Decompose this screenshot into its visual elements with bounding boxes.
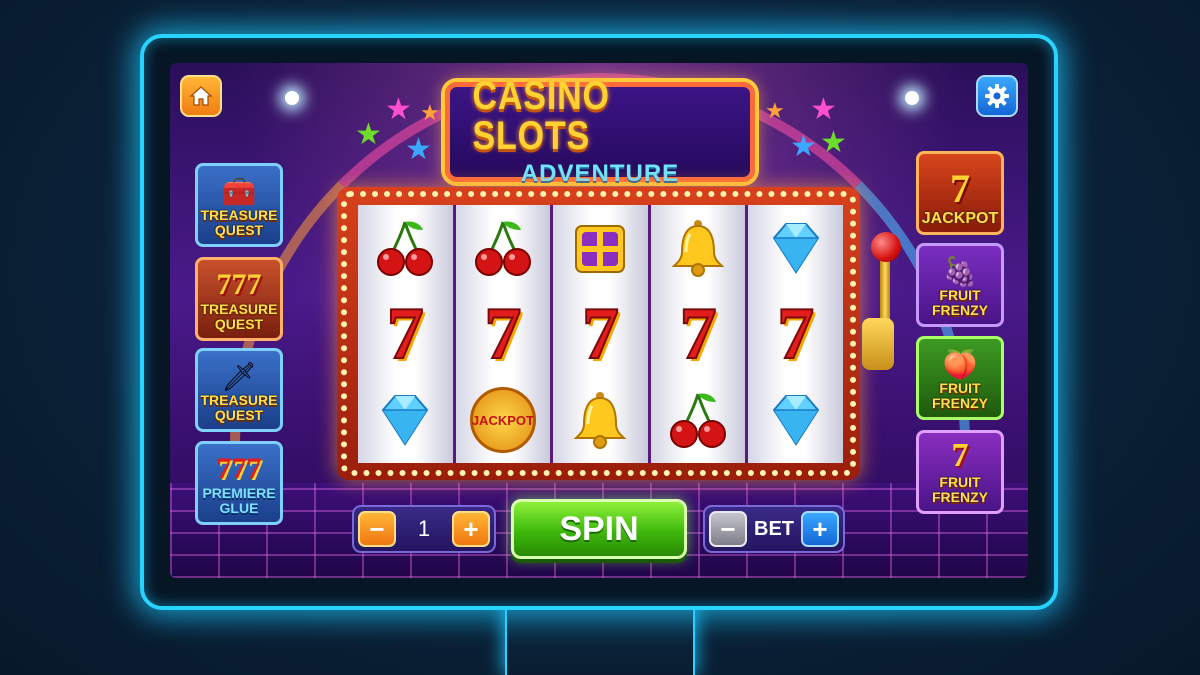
- diamond-symbol: [756, 213, 836, 283]
- tile-label: FRUIT: [939, 474, 981, 490]
- star-icon: ★: [405, 133, 432, 166]
- monitor-stand: [505, 600, 695, 675]
- star-icon: ★: [790, 130, 817, 163]
- settings-button[interactable]: [976, 75, 1018, 117]
- star-icon: ★: [420, 100, 440, 125]
- seven-symbol: 7: [756, 293, 836, 375]
- reel-3: 7: [553, 205, 648, 463]
- tile-label: QUEST: [214, 222, 264, 238]
- seven-symbol: 7: [463, 293, 543, 375]
- reel-5: 7: [748, 205, 843, 463]
- seven-glyph: 7: [483, 293, 522, 375]
- lever-base: [862, 318, 894, 370]
- jackpot-badge: JACKPOT: [469, 387, 536, 453]
- game-tile-premiere-glue[interactable]: 777 PREMIERE GLUE: [195, 441, 283, 525]
- tile-label: FRENZY: [932, 489, 988, 505]
- lines-control: − 1 +: [352, 505, 496, 553]
- lever-knob[interactable]: [871, 232, 901, 262]
- lines-increase-button[interactable]: +: [452, 511, 490, 547]
- diamond-icon: [772, 395, 819, 446]
- triple-seven-icon: 777: [216, 268, 262, 301]
- tile-label: GLUE: [219, 500, 259, 516]
- cherry-symbol: [658, 385, 738, 455]
- game-tile-jackpot[interactable]: 7 JACKPOT: [916, 151, 1004, 235]
- game-title: CASINO SLOTS: [472, 74, 610, 158]
- cherry-symbol: [463, 213, 543, 283]
- game-tile-fruit-frenzy-2[interactable]: 🍑 FRUIT FRENZY: [916, 336, 1004, 420]
- tile-label: FRENZY: [932, 395, 988, 411]
- tile-label: TREASURE: [200, 301, 278, 317]
- bell-symbol: [658, 213, 738, 283]
- bet-control: − BET +: [703, 505, 845, 553]
- triple-seven-icon: 777: [216, 452, 262, 485]
- cherry-symbol: [365, 213, 445, 283]
- spin-button[interactable]: SPIN: [511, 499, 687, 559]
- cherry-icon: [377, 221, 434, 276]
- home-icon: [189, 86, 213, 106]
- gold-pot-sword-icon: 🗡: [221, 361, 257, 392]
- seven-glyph: 7: [581, 293, 620, 375]
- tile-label: TREASURE: [200, 207, 278, 223]
- tile-label: FRENZY: [932, 302, 988, 318]
- tile-label: QUEST: [214, 407, 264, 423]
- jackpot-symbol: JACKPOT: [463, 385, 543, 455]
- game-subtitle: ADVENTURE: [520, 160, 680, 187]
- diamond-icon: [382, 395, 429, 446]
- treasure-box-symbol: [560, 213, 640, 283]
- star-icon: ★: [355, 118, 382, 151]
- bet-increase-button[interactable]: +: [801, 511, 839, 547]
- tile-label: FRUIT: [939, 380, 981, 396]
- gear-icon: [985, 84, 1009, 108]
- game-tile-treasure-quest-2[interactable]: 777 TREASURE QUEST: [195, 257, 283, 341]
- seven-fruits-icon: 7: [951, 437, 969, 474]
- game-tile-fruit-frenzy-1[interactable]: 🍇 FRUIT FRENZY: [916, 243, 1004, 327]
- spotlight-right: [905, 91, 919, 105]
- seven-symbol: 7: [365, 293, 445, 375]
- lines-value: 1: [417, 516, 431, 541]
- seven-glyph: 7: [386, 293, 425, 375]
- reel-4: 7: [650, 205, 746, 463]
- diamond-symbol: [365, 385, 445, 455]
- home-button[interactable]: [180, 75, 222, 117]
- reel-1: 7: [358, 205, 453, 463]
- fruits-icon: 🍇: [942, 256, 978, 287]
- tile-label: JACKPOT: [921, 210, 999, 227]
- plum-icon: 🍑: [942, 349, 978, 380]
- bet-decrease-button[interactable]: −: [709, 511, 747, 547]
- tile-label: TREASURE: [200, 392, 278, 408]
- bell-symbol: [560, 385, 640, 455]
- reel-window: 7 7 JACKPOT 7 7 7: [358, 205, 843, 463]
- title-sign: CASINO SLOTS ADVENTURE: [445, 76, 755, 187]
- star-icon: ★: [820, 126, 847, 159]
- diamond-symbol: [756, 385, 836, 455]
- spotlight-left: [285, 91, 299, 105]
- game-tile-treasure-quest-3[interactable]: 🗡 TREASURE QUEST: [195, 348, 283, 432]
- diamond-icon: [772, 223, 819, 274]
- game-tile-treasure-quest-1[interactable]: 🧰 TREASURE QUEST: [195, 163, 283, 247]
- bell-icon: [574, 392, 627, 449]
- star-icon: ★: [810, 93, 837, 126]
- star-icon: ★: [765, 98, 785, 123]
- cherry-icon: [474, 221, 531, 276]
- seven-stars-icon: 7: [950, 166, 970, 211]
- cherry-icon: [670, 393, 727, 448]
- seven-symbol: 7: [560, 293, 640, 375]
- star-icon: ★: [385, 93, 412, 126]
- tile-label: PREMIERE: [202, 485, 276, 501]
- tile-label: QUEST: [214, 316, 264, 332]
- reel-2: 7 JACKPOT: [455, 205, 551, 463]
- tile-label: FRUIT: [939, 287, 981, 303]
- treasure-box-icon: [575, 225, 626, 273]
- bell-icon: [671, 220, 725, 277]
- seven-glyph: 7: [776, 293, 815, 375]
- treasure-chest-icon: 🧰: [221, 176, 257, 207]
- seven-symbol: 7: [658, 293, 738, 375]
- game-tile-fruit-frenzy-3[interactable]: 7 FRUIT FRENZY: [916, 430, 1004, 514]
- lines-decrease-button[interactable]: −: [358, 511, 396, 547]
- bet-label: BET: [754, 517, 794, 540]
- seven-glyph: 7: [679, 293, 718, 375]
